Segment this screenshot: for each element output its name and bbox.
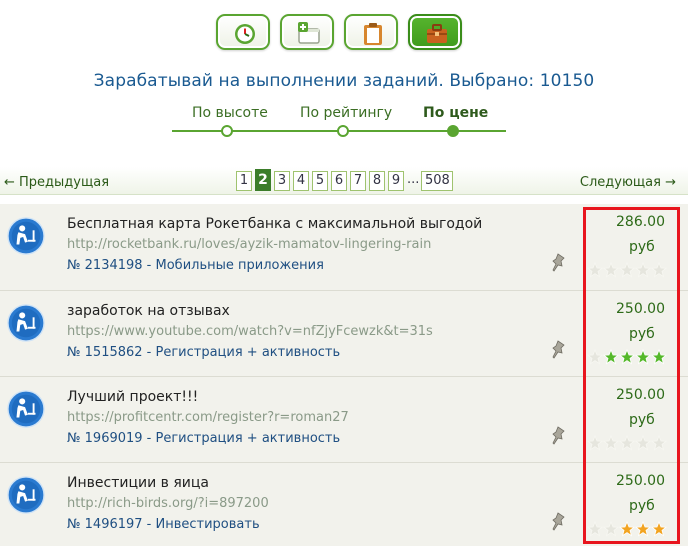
- rating-star-icon: [635, 262, 651, 278]
- task-price: 250.00: [616, 473, 665, 489]
- task-row[interactable]: Инвестиции в яица http://rich-birds.org/?…: [0, 462, 688, 546]
- rating-star-icon: [587, 349, 603, 365]
- rating-star-icon: [619, 262, 635, 278]
- sort-knob-height[interactable]: [221, 125, 233, 137]
- next-page-link[interactable]: Следующая →: [580, 175, 676, 190]
- task-currency: руб: [629, 239, 655, 255]
- pagination: ← Предыдущая 1 2 3 4 5 6 7 8 9... 508 Следующая →: [0, 167, 688, 195]
- rating-star-icon: [603, 521, 619, 537]
- rating-star-icon: [635, 435, 651, 451]
- task-currency: руб: [629, 326, 655, 342]
- price-column: 250.00 руб: [585, 291, 679, 377]
- rating-star-icon: [619, 435, 635, 451]
- task-list: Бесплатная карта Рокетбанка с максимальн…: [0, 204, 688, 546]
- prev-page-link[interactable]: ← Предыдущая: [4, 175, 109, 190]
- page-link[interactable]: 9: [388, 171, 404, 191]
- page-link[interactable]: 7: [350, 171, 366, 191]
- clipboard-icon: [364, 23, 382, 45]
- page-link[interactable]: 508: [421, 171, 454, 191]
- task-id-category: № 1496197 - Инвестировать: [67, 517, 260, 532]
- task-price: 250.00: [616, 301, 665, 317]
- task-url: https://www.youtube.com/watch?v=nfZjyFce…: [67, 324, 433, 339]
- task-url: https://profitcentr.com/register?r=roman…: [67, 410, 349, 425]
- page-link[interactable]: 2: [255, 169, 271, 191]
- add-window-icon: [298, 22, 320, 44]
- page-numbers: 1 2 3 4 5 6 7 8 9... 508: [236, 169, 456, 191]
- task-price: 250.00: [616, 387, 665, 403]
- rating-star-icon: [603, 349, 619, 365]
- task-rating: [587, 521, 667, 537]
- task-title[interactable]: Бесплатная карта Рокетбанка с максимальн…: [67, 216, 482, 232]
- pin-icon[interactable]: [548, 339, 568, 361]
- rating-star-icon: [651, 349, 667, 365]
- task-rating: [587, 349, 667, 365]
- rating-star-icon: [651, 435, 667, 451]
- task-currency: руб: [629, 412, 655, 428]
- page-link[interactable]: 5: [312, 171, 328, 191]
- page-link[interactable]: 1: [236, 171, 252, 191]
- worker-badge-icon: [7, 476, 45, 514]
- worker-badge-icon: [7, 390, 45, 428]
- task-rating: [587, 262, 667, 278]
- add-task-button[interactable]: [280, 14, 334, 50]
- page-ellipsis: ...: [407, 172, 420, 187]
- rating-star-icon: [603, 262, 619, 278]
- briefcase-icon: [427, 24, 447, 43]
- task-row[interactable]: Лучший проект!!! https://profitcentr.com/…: [0, 376, 688, 462]
- rating-star-icon: [587, 521, 603, 537]
- task-title[interactable]: Инвестиции в яица: [67, 475, 209, 491]
- worker-badge-icon: [7, 217, 45, 255]
- pin-icon[interactable]: [548, 252, 568, 274]
- sort-by-rating[interactable]: По рейтингу: [300, 105, 392, 121]
- clock-tasks-button[interactable]: [216, 14, 270, 50]
- task-row[interactable]: заработок на отзывах https://www.youtube.…: [0, 290, 688, 376]
- sort-selector: По высоте По рейтингу По цене: [172, 102, 506, 142]
- page-title: Зарабатывай на выполнении заданий. Выбра…: [93, 71, 595, 91]
- rating-star-icon: [651, 262, 667, 278]
- clock-icon: [235, 24, 255, 44]
- sort-knob-rating[interactable]: [337, 125, 349, 137]
- task-currency: руб: [629, 498, 655, 514]
- pin-icon[interactable]: [548, 425, 568, 447]
- task-id-category: № 2134198 - Мобильные приложения: [67, 258, 324, 273]
- task-id-category: № 1969019 - Регистрация + активность: [67, 431, 341, 446]
- rating-star-icon: [635, 349, 651, 365]
- page-link[interactable]: 4: [293, 171, 309, 191]
- page-link[interactable]: 8: [369, 171, 385, 191]
- task-type-toolbar: [216, 14, 464, 52]
- clipboard-tasks-button[interactable]: [344, 14, 398, 50]
- price-column: 286.00 руб: [585, 204, 679, 290]
- rating-star-icon: [651, 521, 667, 537]
- rating-star-icon: [619, 349, 635, 365]
- task-url: http://rocketbank.ru/loves/ayzik-mamatov…: [67, 237, 432, 252]
- sort-by-price[interactable]: По цене: [423, 105, 488, 121]
- pin-icon[interactable]: [548, 511, 568, 533]
- task-title[interactable]: заработок на отзывах: [67, 303, 230, 319]
- task-id-category: № 1515862 - Регистрация + активность: [67, 345, 341, 360]
- sort-knob-price-selected[interactable]: [447, 125, 459, 137]
- rating-star-icon: [619, 521, 635, 537]
- briefcase-tasks-button[interactable]: [408, 14, 462, 50]
- task-row[interactable]: Бесплатная карта Рокетбанка с максимальн…: [0, 204, 688, 290]
- rating-star-icon: [587, 262, 603, 278]
- price-column: 250.00 руб: [585, 377, 679, 463]
- task-url: http://rich-birds.org/?i=897200: [67, 496, 269, 511]
- page-link[interactable]: 6: [331, 171, 347, 191]
- rating-star-icon: [603, 435, 619, 451]
- price-column: 250.00 руб: [585, 463, 679, 546]
- task-title[interactable]: Лучший проект!!!: [67, 389, 198, 405]
- rating-star-icon: [587, 435, 603, 451]
- task-rating: [587, 435, 667, 451]
- page-link[interactable]: 3: [274, 171, 290, 191]
- rating-star-icon: [635, 521, 651, 537]
- worker-badge-icon: [7, 304, 45, 342]
- sort-by-height[interactable]: По высоте: [192, 105, 268, 121]
- task-price: 286.00: [616, 214, 665, 230]
